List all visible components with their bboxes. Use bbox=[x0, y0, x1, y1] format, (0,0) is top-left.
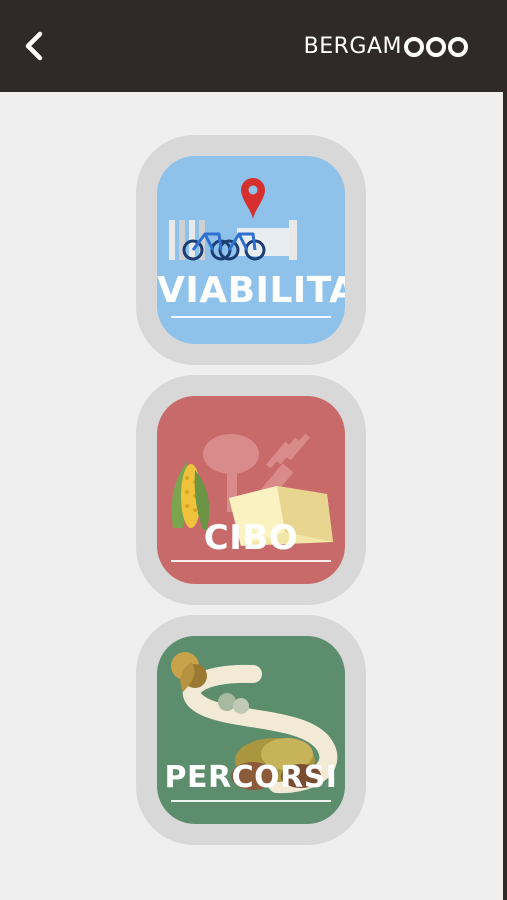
tile-cibo-underline bbox=[171, 560, 331, 562]
back-button[interactable] bbox=[14, 26, 54, 66]
brand-text: BERGAM bbox=[303, 34, 402, 59]
brand-logo: BERGAM bbox=[304, 34, 469, 60]
tile-cibo[interactable]: CIBO bbox=[136, 375, 366, 605]
tile-viabilita-face: VIABILITA' bbox=[157, 156, 345, 344]
tile-viabilita[interactable]: VIABILITA' bbox=[136, 135, 366, 365]
tile-viabilita-underline bbox=[171, 316, 331, 318]
path-trees-icon bbox=[171, 652, 338, 794]
tile-percorsi-label: PERCORSI bbox=[164, 760, 338, 795]
ooo-logo-icon bbox=[404, 37, 468, 57]
tile-viabilita-label: VIABILITA' bbox=[157, 270, 345, 311]
tile-percorsi-face: PERCORSI bbox=[157, 636, 345, 824]
tile-percorsi[interactable]: PERCORSI bbox=[136, 615, 366, 845]
tile-cibo-label: CIBO bbox=[203, 518, 299, 558]
tile-cibo-face: CIBO bbox=[157, 396, 345, 584]
top-bar: BERGAM bbox=[0, 0, 507, 92]
window-edge bbox=[503, 92, 507, 900]
tile-percorsi-underline bbox=[171, 800, 331, 802]
chevron-left-icon bbox=[25, 31, 43, 61]
